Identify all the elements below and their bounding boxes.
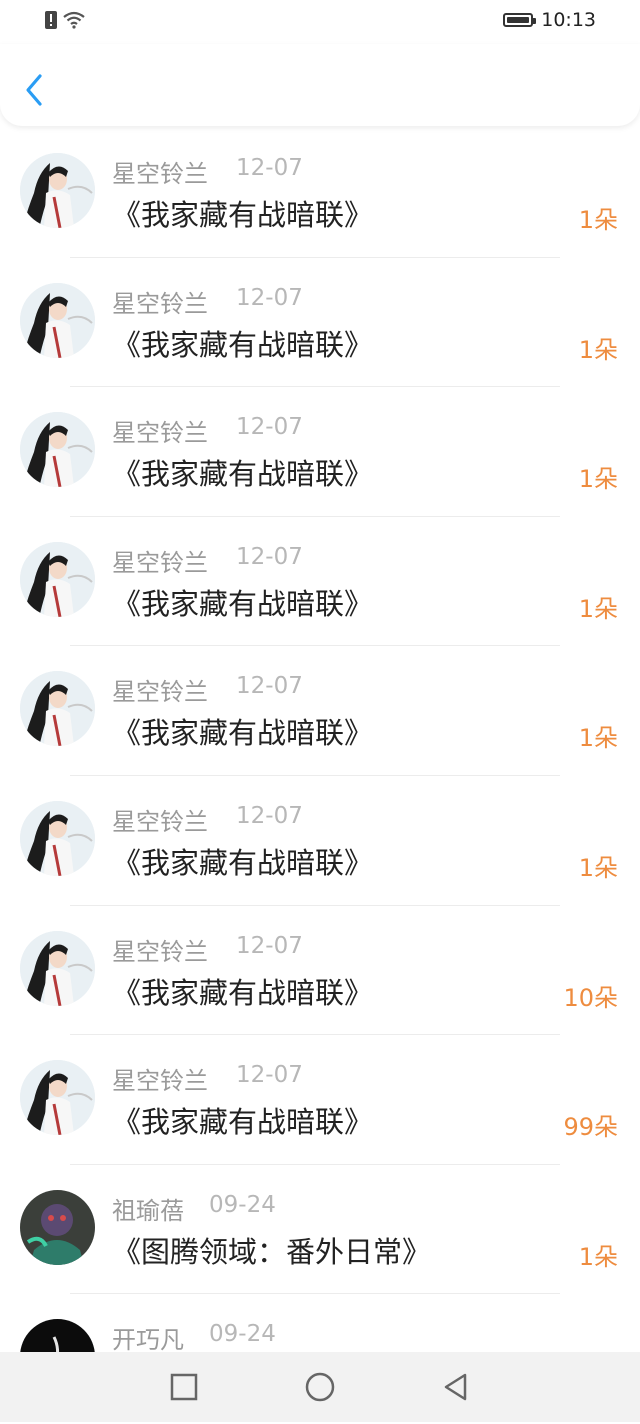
avatar-image-icon <box>20 1189 95 1265</box>
user-name: 星空铃兰 <box>112 419 208 448</box>
item-date: 09-24 <box>209 1321 276 1348</box>
item-date: 12-07 <box>236 802 303 829</box>
circle-icon <box>305 1372 335 1402</box>
item-date: 12-07 <box>236 155 303 181</box>
flower-count: 1朵 <box>578 724 618 753</box>
list-item[interactable]: 星空铃兰 12-07 《我家藏有战暗联》 1朵 <box>0 387 640 517</box>
avatar-image-icon <box>20 412 95 488</box>
avatar[interactable] <box>20 800 95 876</box>
book-title: 《我家藏有战暗联》 <box>112 327 374 362</box>
book-title: 《我家藏有战暗联》 <box>112 716 374 751</box>
flower-count: 1朵 <box>578 594 618 623</box>
user-name: 开巧凡 <box>112 1326 184 1355</box>
avatar-image-icon <box>20 153 95 228</box>
list-item[interactable]: 星空铃兰 12-07 《我家藏有战暗联》 1朵 <box>0 517 640 647</box>
user-name: 星空铃兰 <box>112 160 208 188</box>
flower-count: 1朵 <box>578 465 618 494</box>
item-date: 12-07 <box>236 673 303 700</box>
user-name: 星空铃兰 <box>112 678 208 707</box>
battery-icon <box>503 13 537 27</box>
triangle-back-icon <box>444 1373 467 1401</box>
item-date: 12-07 <box>236 932 303 959</box>
back-button[interactable] <box>18 70 50 110</box>
alert-icon <box>45 11 57 29</box>
book-title: 《我家藏有战暗联》 <box>112 1105 374 1140</box>
status-icons-left <box>44 10 86 30</box>
avatar[interactable] <box>20 153 95 228</box>
avatar-image-icon <box>20 671 95 747</box>
list-item[interactable]: 星空铃兰 12-07 《我家藏有战暗联》 1朵 <box>0 128 640 258</box>
list-item[interactable]: 星空铃兰 12-07 《我家藏有战暗联》 1朵 <box>0 646 640 776</box>
avatar[interactable] <box>20 930 95 1006</box>
item-date: 12-07 <box>236 284 303 311</box>
system-nav-bar <box>0 1352 640 1422</box>
user-name: 星空铃兰 <box>112 807 208 836</box>
book-title: 《我家藏有战暗联》 <box>112 845 374 880</box>
list-item[interactable]: 星空铃兰 12-07 《我家藏有战暗联》 10朵 <box>0 906 640 1036</box>
avatar-image-icon <box>20 1060 95 1136</box>
flower-count: 10朵 <box>563 983 618 1012</box>
book-title: 《我家藏有战暗联》 <box>112 975 374 1010</box>
avatar-image-icon <box>20 930 95 1006</box>
flower-count: 99朵 <box>563 1113 618 1142</box>
book-title: 《图腾领域：番外日常》 <box>112 1234 432 1269</box>
avatar[interactable] <box>20 671 95 747</box>
avatar[interactable] <box>20 282 95 358</box>
user-name: 星空铃兰 <box>112 289 208 318</box>
wifi-icon <box>63 11 85 29</box>
user-name: 星空铃兰 <box>112 937 208 966</box>
square-icon <box>170 1373 198 1401</box>
status-bar: 10:13 <box>0 0 640 44</box>
header <box>0 44 640 126</box>
status-icons-right: 10:13 <box>503 9 596 31</box>
user-name: 星空铃兰 <box>112 1067 208 1096</box>
avatar[interactable] <box>20 1060 95 1136</box>
back-nav-button[interactable] <box>441 1372 471 1402</box>
item-date: 12-07 <box>236 414 303 441</box>
user-name: 祖瑜蓓 <box>112 1196 184 1225</box>
avatar[interactable] <box>20 1189 95 1265</box>
avatar-image-icon <box>20 282 95 358</box>
avatar[interactable] <box>20 412 95 488</box>
flower-count: 1朵 <box>578 335 618 364</box>
item-date: 12-07 <box>236 1062 303 1089</box>
list-item[interactable]: 祖瑜蓓 09-24 《图腾领域：番外日常》 1朵 <box>0 1165 640 1295</box>
list-item[interactable]: 星空铃兰 12-07 《我家藏有战暗联》 1朵 <box>0 258 640 388</box>
avatar-image-icon <box>20 541 95 617</box>
home-button[interactable] <box>305 1372 335 1402</box>
status-time: 10:13 <box>541 9 596 31</box>
list-item[interactable]: 星空铃兰 12-07 《我家藏有战暗联》 99朵 <box>0 1035 640 1165</box>
list-item[interactable]: 星空铃兰 12-07 《我家藏有战暗联》 1朵 <box>0 776 640 906</box>
flower-count: 1朵 <box>578 206 618 234</box>
user-name: 星空铃兰 <box>112 548 208 577</box>
book-title: 《我家藏有战暗联》 <box>112 198 374 232</box>
flower-count: 1朵 <box>578 853 618 882</box>
chevron-left-icon <box>26 74 42 106</box>
avatar[interactable] <box>20 541 95 617</box>
book-title: 《我家藏有战暗联》 <box>112 586 374 621</box>
item-date: 12-07 <box>236 543 303 570</box>
recents-button[interactable] <box>169 1372 199 1402</box>
book-title: 《我家藏有战暗联》 <box>112 457 374 492</box>
gift-record-list: 星空铃兰 12-07 《我家藏有战暗联》 1朵 星空铃兰 12-07 《我家藏有… <box>0 128 640 1424</box>
flower-count: 1朵 <box>578 1242 618 1271</box>
avatar-image-icon <box>20 800 95 876</box>
item-date: 09-24 <box>209 1191 276 1218</box>
